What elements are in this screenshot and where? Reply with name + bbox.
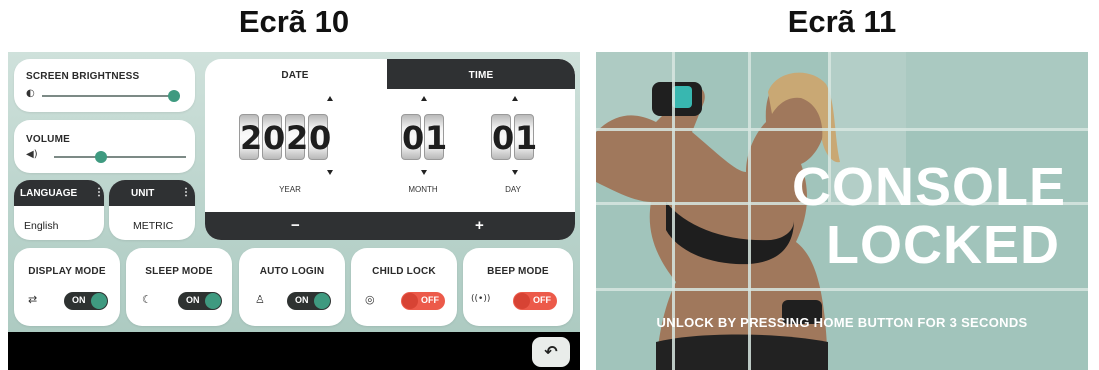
settings-screen: SCREEN BRIGHTNESS ◐ VOLUME ◀) LANGUAGE ⋮… bbox=[8, 52, 580, 370]
language-card[interactable]: LANGUAGE ⋮ English bbox=[14, 180, 104, 240]
sleep-mode-state: ON bbox=[186, 295, 200, 305]
console-locked-screen: CONSOLE LOCKED UNLOCK BY PRESSING HOME B… bbox=[596, 52, 1088, 370]
year-digit: 0 bbox=[262, 114, 285, 160]
screen-11-title: Ecrã 11 bbox=[787, 4, 897, 39]
language-value: English bbox=[24, 220, 59, 232]
speaker-icon: ◀) bbox=[26, 149, 38, 160]
unit-card[interactable]: UNIT ⋮ METRIC bbox=[109, 180, 195, 240]
year-digit: 2 bbox=[239, 114, 262, 160]
toggle-knob bbox=[314, 293, 330, 309]
user-icon: ♙ bbox=[255, 293, 265, 306]
day-down-arrow[interactable] bbox=[512, 170, 518, 175]
day-label: DAY bbox=[505, 185, 521, 194]
unit-label: UNIT bbox=[131, 188, 155, 199]
month-digit: 1 bbox=[424, 114, 447, 160]
tab-time-bg[interactable]: TIME bbox=[387, 59, 575, 89]
tab-date[interactable]: DATE bbox=[275, 70, 315, 81]
day-up-arrow[interactable] bbox=[512, 96, 518, 101]
toggle-knob bbox=[402, 293, 418, 309]
display-mode-label: DISPLAY MODE bbox=[28, 266, 106, 277]
grid-line bbox=[596, 128, 1088, 131]
volume-slider[interactable] bbox=[54, 151, 186, 163]
headline-locked: LOCKED bbox=[826, 215, 1060, 275]
back-arrow-icon[interactable]: ↶ bbox=[532, 337, 570, 367]
child-lock-toggle[interactable]: OFF bbox=[401, 292, 445, 310]
month-up-arrow[interactable] bbox=[421, 96, 427, 101]
sleep-mode-toggle[interactable]: ON bbox=[178, 292, 222, 310]
year-digit: 2 bbox=[285, 114, 308, 160]
child-lock-state: OFF bbox=[421, 295, 439, 305]
month-down-arrow[interactable] bbox=[421, 170, 427, 175]
auto-login-label: AUTO LOGIN bbox=[259, 266, 325, 277]
beep-mode-state: OFF bbox=[533, 295, 551, 305]
child-lock-card: CHILD LOCK ◎ OFF bbox=[351, 248, 457, 326]
auto-login-state: ON bbox=[295, 295, 309, 305]
month-label: MONTH bbox=[408, 185, 438, 194]
sleep-mode-icon: ☾ bbox=[142, 293, 152, 306]
headline-console: CONSOLE bbox=[792, 157, 1067, 217]
language-header: LANGUAGE ⋮ bbox=[14, 180, 104, 206]
beep-icon: ((•)) bbox=[471, 294, 491, 304]
beep-mode-card: BEEP MODE ((•)) OFF bbox=[463, 248, 573, 326]
month-digit: 0 bbox=[401, 114, 424, 160]
beep-mode-label: BEEP MODE bbox=[487, 266, 549, 277]
sleep-mode-label: SLEEP MODE bbox=[145, 266, 213, 277]
auto-login-card: AUTO LOGIN ♙ ON bbox=[239, 248, 345, 326]
toggle-knob bbox=[514, 293, 530, 309]
tab-time[interactable]: TIME bbox=[457, 70, 505, 81]
unit-menu-icon[interactable]: ⋮ bbox=[181, 187, 191, 198]
minus-button[interactable]: − bbox=[291, 217, 300, 234]
brightness-slider-knob[interactable] bbox=[168, 90, 180, 102]
volume-card: VOLUME ◀) bbox=[14, 120, 195, 173]
day-digit: 0 bbox=[491, 114, 514, 160]
sleep-mode-card: SLEEP MODE ☾ ON bbox=[126, 248, 232, 326]
child-lock-label: CHILD LOCK bbox=[372, 266, 436, 277]
beep-mode-toggle[interactable]: OFF bbox=[513, 292, 557, 310]
display-mode-icon: ⇄ bbox=[28, 293, 38, 306]
brightness-icon: ◐ bbox=[26, 88, 35, 99]
auto-login-toggle[interactable]: ON bbox=[287, 292, 331, 310]
unlock-instruction: UNLOCK BY PRESSING HOME BUTTON FOR 3 SEC… bbox=[656, 315, 1028, 330]
grid-line bbox=[596, 288, 1088, 291]
year-up-arrow[interactable] bbox=[327, 96, 333, 101]
brightness-label: SCREEN BRIGHTNESS bbox=[26, 71, 140, 82]
adjust-bar: − + bbox=[205, 212, 575, 240]
child-lock-icon: ◎ bbox=[365, 293, 375, 306]
year-down-arrow[interactable] bbox=[327, 170, 333, 175]
brightness-slider[interactable] bbox=[42, 90, 180, 102]
toggle-knob bbox=[205, 293, 221, 309]
language-label: LANGUAGE bbox=[20, 188, 78, 199]
screen-10-title: Ecrã 10 bbox=[238, 4, 350, 39]
brightness-card: SCREEN BRIGHTNESS ◐ bbox=[14, 59, 195, 112]
unit-value: METRIC bbox=[133, 220, 174, 232]
bottom-bar bbox=[8, 332, 580, 370]
language-menu-icon[interactable]: ⋮ bbox=[94, 187, 104, 198]
volume-label: VOLUME bbox=[26, 134, 70, 145]
display-mode-card: DISPLAY MODE ⇄ ON bbox=[14, 248, 120, 326]
toggle-knob bbox=[91, 293, 107, 309]
year-digit: 0 bbox=[308, 114, 331, 160]
volume-slider-knob[interactable] bbox=[95, 151, 107, 163]
unit-header: UNIT ⋮ bbox=[109, 180, 195, 206]
display-mode-toggle[interactable]: ON bbox=[64, 292, 108, 310]
display-mode-state: ON bbox=[72, 295, 86, 305]
year-label: YEAR bbox=[279, 185, 301, 194]
date-time-panel: DATE TIME 2 0 2 0 YEAR 0 1 MONTH 0 1 DAY… bbox=[205, 59, 575, 240]
plus-button[interactable]: + bbox=[475, 217, 484, 234]
day-digit: 1 bbox=[514, 114, 537, 160]
